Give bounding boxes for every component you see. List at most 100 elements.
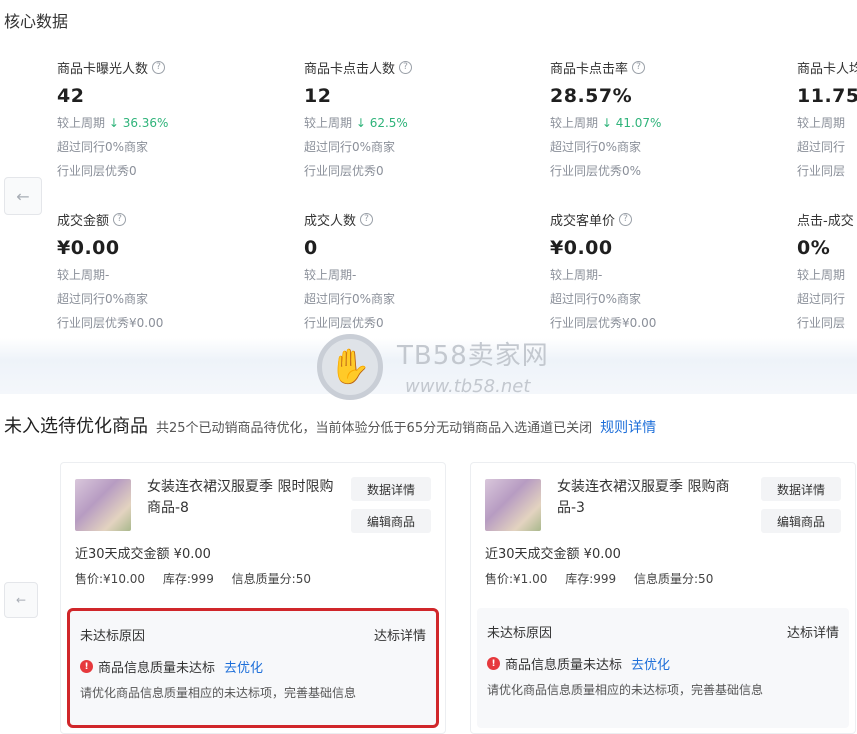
metric-industry-best: 行业同层优秀0 [57, 164, 137, 178]
help-icon[interactable]: ? [360, 213, 374, 226]
metric-label: 成交金额 [57, 214, 110, 229]
metric-industry-best: 行业同层 [797, 164, 846, 178]
product-price: 售价:¥1.00 [485, 572, 548, 586]
metric-value: 0 [304, 237, 318, 259]
go-optimize-link[interactable]: 去优化 [224, 657, 263, 676]
metric-industry-best: 行业同层优秀0 [304, 316, 384, 330]
issue-description: 请优化商品信息质量相应的未达标项，完善基础信息 [487, 683, 764, 697]
product-stock: 库存:999 [565, 572, 617, 586]
unmet-reason-panel: 未达标原因 达标详情 ! 商品信息质量未达标 去优化 请优化商品信息质量相应的未… [67, 608, 439, 728]
help-icon[interactable]: ? [399, 61, 413, 74]
rules-detail-link[interactable]: 规则详情 [600, 417, 656, 437]
product-thumbnail[interactable] [485, 479, 541, 531]
data-detail-button[interactable]: 数据详情 [761, 477, 841, 501]
reason-issue: ! 商品信息质量未达标 去优化 [80, 657, 263, 676]
standard-detail-link[interactable]: 达标详情 [374, 625, 426, 644]
data-detail-button[interactable]: 数据详情 [351, 477, 431, 501]
optimize-title: 未入选待优化商品 [4, 416, 148, 437]
metric-peer-rank: 超过同行 [797, 140, 846, 154]
reason-heading: 未达标原因 [487, 626, 553, 641]
metric-buyers: 成交人数? 0 较上周期- 超过同行0%商家 行业同层优秀0 [304, 210, 534, 331]
metric-compare: 较上周期 ↓ 41.07% [550, 116, 662, 130]
metric-industry-best: 行业同层优秀¥0.00 [57, 316, 164, 330]
optimize-header: 未入选待优化商品 共25个已动销商品待优化，当前体验分低于65分无动销商品入选通… [4, 412, 656, 438]
trend-down-value: ↓ 41.07% [601, 116, 662, 130]
issue-text: 商品信息质量未达标 [505, 658, 623, 673]
metrics-prev-button[interactable]: ← [4, 177, 42, 215]
reason-issue: ! 商品信息质量未达标 去优化 [487, 654, 670, 673]
metric-click-rate: 商品卡点击率? 28.57% 较上周期 ↓ 41.07% 超过同行0%商家 行业… [550, 58, 780, 179]
product-card: 女装连衣裙汉服夏季 限时限购商品-8 数据详情 编辑商品 近30天成交金额 ¥0… [60, 462, 446, 734]
metric-label: 成交人数 [304, 214, 357, 229]
metric-peer-rank: 超过同行0%商家 [550, 292, 642, 306]
metric-compare: 较上周期- [304, 268, 357, 282]
product-stock: 库存:999 [162, 572, 214, 586]
standard-detail-link[interactable]: 达标详情 [787, 622, 839, 641]
product-quality-score: 信息质量分:50 [231, 572, 311, 586]
watermark-url: www.tb58.net [405, 376, 531, 397]
trend-down-value: ↓ 62.5% [355, 116, 408, 130]
metric-peer-rank: 超过同行 [797, 292, 846, 306]
arrow-left-icon: ← [16, 186, 30, 206]
edit-product-button[interactable]: 编辑商品 [351, 509, 431, 533]
metric-industry-best: 行业同层优秀¥0.00 [550, 316, 657, 330]
metric-value: ¥0.00 [550, 237, 613, 259]
product-title[interactable]: 女装连衣裙汉服夏季 限购商品-3 [557, 477, 747, 519]
core-data-title: 核心数据 [4, 12, 69, 31]
metric-peer-rank: 超过同行0%商家 [550, 140, 642, 154]
metric-value: 11.75 [797, 85, 857, 107]
metric-value: 12 [304, 85, 332, 107]
sales-30d: 近30天成交金额 ¥0.00 [485, 547, 621, 562]
metric-exposure-users: 商品卡曝光人数? 42 较上周期 ↓ 36.36% 超过同行0%商家 行业同层优… [57, 58, 287, 179]
metric-value: 42 [57, 85, 85, 107]
products-prev-button[interactable]: ← [4, 582, 38, 618]
metric-industry-best: 行业同层优秀0% [550, 164, 642, 178]
metric-label: 成交客单价 [550, 214, 616, 229]
metric-peer-rank: 超过同行0%商家 [57, 140, 149, 154]
metric-label: 商品卡人均 [797, 62, 857, 77]
trend-down-value: ↓ 36.36% [108, 116, 169, 130]
go-optimize-link[interactable]: 去优化 [631, 654, 670, 673]
help-icon[interactable]: ? [113, 213, 127, 226]
metric-peer-rank: 超过同行0%商家 [57, 292, 149, 306]
metric-gmv: 成交金额? ¥0.00 较上周期- 超过同行0%商家 行业同层优秀¥0.00 [57, 210, 287, 331]
edit-product-button[interactable]: 编辑商品 [761, 509, 841, 533]
product-price: 售价:¥10.00 [75, 572, 146, 586]
help-icon[interactable]: ? [152, 61, 166, 74]
metric-label: 点击-成交 [797, 214, 854, 229]
sales-30d: 近30天成交金额 ¥0.00 [75, 547, 211, 562]
metric-label: 商品卡点击人数 [304, 62, 396, 77]
error-icon: ! [80, 660, 93, 673]
metric-click-conversion: 点击-成交 0% 较上周期 超过同行 行业同层 [797, 210, 857, 331]
metric-peer-rank: 超过同行0%商家 [304, 140, 396, 154]
error-icon: ! [487, 657, 500, 670]
metric-value: 28.57% [550, 85, 633, 107]
metric-compare: 较上周期 ↓ 62.5% [304, 116, 408, 130]
metric-compare: 较上周期 ↓ 36.36% [57, 116, 169, 130]
metric-compare: 较上周期- [57, 268, 110, 282]
product-quality-score: 信息质量分:50 [634, 572, 714, 586]
metric-industry-best: 行业同层优秀0 [304, 164, 384, 178]
watermark-title: TB58卖家网 [397, 341, 549, 371]
product-meta: 售价:¥1.00 库存:999 信息质量分:50 [485, 570, 727, 587]
issue-text: 商品信息质量未达标 [98, 661, 216, 676]
metric-compare: 较上周期 [797, 268, 846, 282]
help-icon[interactable]: ? [619, 213, 633, 226]
metric-click-users: 商品卡点击人数? 12 较上周期 ↓ 62.5% 超过同行0%商家 行业同层优秀… [304, 58, 534, 179]
optimize-description: 共25个已动销商品待优化，当前体验分低于65分无动销商品入选通道已关闭 [156, 421, 593, 436]
product-card: 女装连衣裙汉服夏季 限购商品-3 数据详情 编辑商品 近30天成交金额 ¥0.0… [470, 462, 856, 734]
help-icon[interactable]: ? [632, 61, 646, 74]
product-thumbnail[interactable] [75, 479, 131, 531]
issue-description: 请优化商品信息质量相应的未达标项，完善基础信息 [80, 686, 357, 700]
metric-peer-rank: 超过同行0%商家 [304, 292, 396, 306]
metric-avg-order: 成交客单价? ¥0.00 较上周期- 超过同行0%商家 行业同层优秀¥0.00 [550, 210, 780, 331]
product-meta: 售价:¥10.00 库存:999 信息质量分:50 [75, 570, 325, 587]
metric-per-capita: 商品卡人均 11.75 较上周期 超过同行 行业同层 [797, 58, 857, 179]
product-title[interactable]: 女装连衣裙汉服夏季 限时限购商品-8 [147, 477, 337, 519]
metric-label: 商品卡点击率 [550, 62, 629, 77]
arrow-left-icon: ← [15, 593, 27, 607]
watermark-hand-icon: ✋ [317, 334, 383, 400]
metric-value: ¥0.00 [57, 237, 120, 259]
metric-label: 商品卡曝光人数 [57, 62, 149, 77]
metric-compare: 较上周期 [797, 116, 846, 130]
